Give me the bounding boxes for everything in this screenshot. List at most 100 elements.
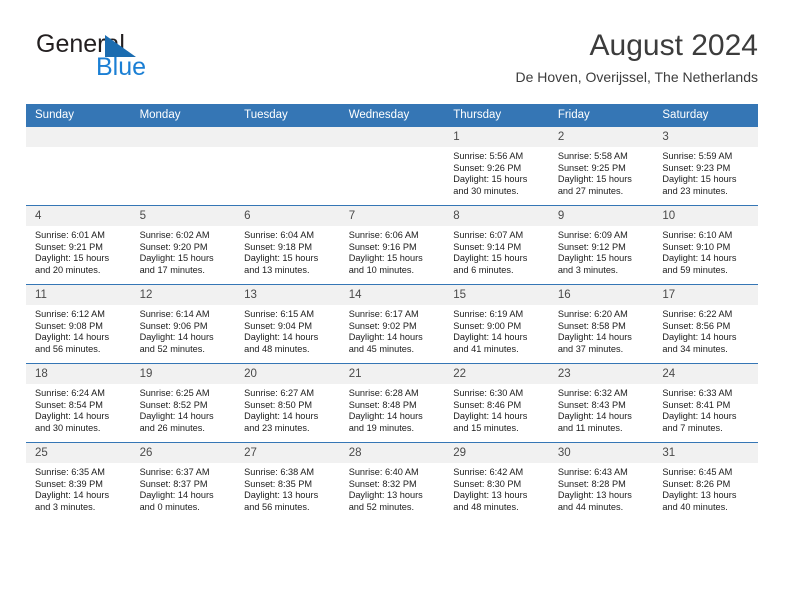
day-cell[interactable]: 21 Sunrise: 6:28 AM Sunset: 8:48 PM Dayl… xyxy=(339,363,445,443)
day-cell[interactable]: 18 Sunrise: 6:24 AM Sunset: 8:54 PM Dayl… xyxy=(26,363,131,443)
day-cell[interactable]: 10 Sunrise: 6:10 AM Sunset: 9:10 PM Dayl… xyxy=(653,205,758,285)
sunrise-text: Sunrise: 6:32 AM xyxy=(557,388,628,398)
daylight-text-line1: Daylight: 13 hours xyxy=(662,490,737,501)
day-number: 15 xyxy=(444,285,549,305)
day-cell[interactable]: 14 Sunrise: 6:17 AM Sunset: 9:02 PM Dayl… xyxy=(339,284,445,364)
day-cell[interactable] xyxy=(339,127,445,206)
day-cell[interactable]: 16 Sunrise: 6:20 AM Sunset: 8:58 PM Dayl… xyxy=(548,284,654,364)
sunrise-text: Sunrise: 6:40 AM xyxy=(348,467,419,477)
day-cell[interactable]: 1 Sunrise: 5:56 AM Sunset: 9:26 PM Dayli… xyxy=(444,127,549,206)
day-cell[interactable]: 20 Sunrise: 6:27 AM Sunset: 8:50 PM Dayl… xyxy=(235,363,340,443)
day-details: Sunrise: 6:35 AM Sunset: 8:39 PM Dayligh… xyxy=(26,463,131,513)
day-details xyxy=(26,147,131,151)
sunrise-text: Sunrise: 6:04 AM xyxy=(244,230,315,240)
sunrise-text: Sunrise: 6:07 AM xyxy=(453,230,524,240)
day-cell[interactable]: 11 Sunrise: 6:12 AM Sunset: 9:08 PM Dayl… xyxy=(26,284,131,364)
sunset-text: Sunset: 9:21 PM xyxy=(35,241,103,252)
day-number: 18 xyxy=(26,364,131,384)
weekday-header-friday: Friday xyxy=(548,104,654,127)
daylight-text-line2: and 52 minutes. xyxy=(348,501,415,512)
day-cell[interactable]: 5 Sunrise: 6:02 AM Sunset: 9:20 PM Dayli… xyxy=(130,205,236,285)
daylight-text-line2: and 3 minutes. xyxy=(557,264,619,275)
daylight-text-line2: and 10 minutes. xyxy=(348,264,415,275)
day-number: 6 xyxy=(235,206,340,226)
sunset-text: Sunset: 8:50 PM xyxy=(244,399,313,410)
daylight-text-line2: and 23 minutes. xyxy=(244,422,310,433)
day-number: 16 xyxy=(548,285,654,305)
sunrise-text: Sunrise: 6:12 AM xyxy=(35,309,105,319)
day-cell[interactable]: 6 Sunrise: 6:04 AM Sunset: 9:18 PM Dayli… xyxy=(235,205,340,285)
day-cell[interactable]: 8 Sunrise: 6:07 AM Sunset: 9:14 PM Dayli… xyxy=(444,205,549,285)
sunrise-sunset-calendar: Sunday Monday Tuesday Wednesday Thursday… xyxy=(26,104,758,521)
day-details: Sunrise: 6:43 AM Sunset: 8:28 PM Dayligh… xyxy=(549,463,654,513)
sunset-text: Sunset: 9:02 PM xyxy=(348,320,417,331)
day-cell[interactable]: 23 Sunrise: 6:32 AM Sunset: 8:43 PM Dayl… xyxy=(548,363,654,443)
day-cell[interactable]: 19 Sunrise: 6:25 AM Sunset: 8:52 PM Dayl… xyxy=(130,363,236,443)
day-cell[interactable]: 29 Sunrise: 6:42 AM Sunset: 8:30 PM Dayl… xyxy=(444,443,549,522)
day-cell[interactable]: 15 Sunrise: 6:19 AM Sunset: 9:00 PM Dayl… xyxy=(444,284,549,364)
daylight-text-line2: and 3 minutes. xyxy=(35,501,96,512)
sunset-text: Sunset: 9:10 PM xyxy=(662,241,731,252)
day-cell[interactable]: 13 Sunrise: 6:15 AM Sunset: 9:04 PM Dayl… xyxy=(235,284,340,364)
day-details: Sunrise: 6:20 AM Sunset: 8:58 PM Dayligh… xyxy=(549,305,654,355)
day-cell[interactable]: 24 Sunrise: 6:33 AM Sunset: 8:41 PM Dayl… xyxy=(653,363,758,443)
daylight-text-line2: and 37 minutes. xyxy=(557,343,624,354)
day-cell[interactable]: 28 Sunrise: 6:40 AM Sunset: 8:32 PM Dayl… xyxy=(339,443,445,522)
sunrise-text: Sunrise: 6:37 AM xyxy=(139,467,210,477)
daylight-text-line2: and 27 minutes. xyxy=(557,185,624,196)
day-details: Sunrise: 6:06 AM Sunset: 9:16 PM Dayligh… xyxy=(340,226,445,276)
sunrise-text: Sunrise: 6:02 AM xyxy=(139,230,210,240)
day-cell[interactable]: 22 Sunrise: 6:30 AM Sunset: 8:46 PM Dayl… xyxy=(444,363,549,443)
day-cell[interactable]: 4 Sunrise: 6:01 AM Sunset: 9:21 PM Dayli… xyxy=(26,205,131,285)
general-blue-logo[interactable]: General Blue xyxy=(34,30,254,94)
day-cell[interactable] xyxy=(26,127,131,206)
day-cell[interactable]: 25 Sunrise: 6:35 AM Sunset: 8:39 PM Dayl… xyxy=(26,443,131,522)
day-cell[interactable]: 26 Sunrise: 6:37 AM Sunset: 8:37 PM Dayl… xyxy=(130,443,236,522)
weekday-header-wednesday: Wednesday xyxy=(339,104,445,127)
day-cell[interactable]: 31 Sunrise: 6:45 AM Sunset: 8:26 PM Dayl… xyxy=(653,443,758,522)
day-details: Sunrise: 6:45 AM Sunset: 8:26 PM Dayligh… xyxy=(653,463,758,513)
day-cell[interactable]: 30 Sunrise: 6:43 AM Sunset: 8:28 PM Dayl… xyxy=(548,443,654,522)
day-details: Sunrise: 6:10 AM Sunset: 9:10 PM Dayligh… xyxy=(653,226,758,276)
day-cell[interactable]: 3 Sunrise: 5:59 AM Sunset: 9:23 PM Dayli… xyxy=(653,127,758,206)
sunset-text: Sunset: 8:52 PM xyxy=(139,399,208,410)
day-details: Sunrise: 5:58 AM Sunset: 9:25 PM Dayligh… xyxy=(549,147,654,197)
sunset-text: Sunset: 9:20 PM xyxy=(139,241,208,252)
sunset-text: Sunset: 8:54 PM xyxy=(35,399,103,410)
day-cell[interactable]: 12 Sunrise: 6:14 AM Sunset: 9:06 PM Dayl… xyxy=(130,284,236,364)
day-cell[interactable]: 9 Sunrise: 6:09 AM Sunset: 9:12 PM Dayli… xyxy=(548,205,654,285)
sunset-text: Sunset: 8:56 PM xyxy=(662,320,731,331)
day-cell[interactable] xyxy=(235,127,340,206)
daylight-text-line1: Daylight: 15 hours xyxy=(453,253,528,264)
day-details: Sunrise: 6:14 AM Sunset: 9:06 PM Dayligh… xyxy=(131,305,236,355)
day-details: Sunrise: 6:27 AM Sunset: 8:50 PM Dayligh… xyxy=(235,384,340,434)
day-number: 1 xyxy=(444,127,549,147)
daylight-text-line1: Daylight: 15 hours xyxy=(348,253,423,264)
day-cell[interactable]: 27 Sunrise: 6:38 AM Sunset: 8:35 PM Dayl… xyxy=(235,443,340,522)
day-cell[interactable]: 17 Sunrise: 6:22 AM Sunset: 8:56 PM Dayl… xyxy=(653,284,758,364)
day-number: 4 xyxy=(26,206,131,226)
week-row: 4 Sunrise: 6:01 AM Sunset: 9:21 PM Dayli… xyxy=(26,205,758,285)
day-number xyxy=(130,127,236,147)
daylight-text-line2: and 17 minutes. xyxy=(139,264,205,275)
day-number: 19 xyxy=(130,364,236,384)
sunrise-text: Sunrise: 6:09 AM xyxy=(557,230,628,240)
daylight-text-line1: Daylight: 15 hours xyxy=(557,253,632,264)
day-number: 10 xyxy=(653,206,758,226)
day-details xyxy=(340,147,445,151)
day-cell[interactable]: 7 Sunrise: 6:06 AM Sunset: 9:16 PM Dayli… xyxy=(339,205,445,285)
day-cell[interactable]: 2 Sunrise: 5:58 AM Sunset: 9:25 PM Dayli… xyxy=(548,127,654,206)
sunset-text: Sunset: 9:23 PM xyxy=(662,162,731,173)
week-row: 18 Sunrise: 6:24 AM Sunset: 8:54 PM Dayl… xyxy=(26,363,758,443)
daylight-text-line2: and 41 minutes. xyxy=(453,343,519,354)
sunset-text: Sunset: 9:18 PM xyxy=(244,241,313,252)
sunrise-text: Sunrise: 5:59 AM xyxy=(662,151,733,161)
day-details: Sunrise: 6:09 AM Sunset: 9:12 PM Dayligh… xyxy=(549,226,654,276)
daylight-text-line1: Daylight: 14 hours xyxy=(453,332,528,343)
daylight-text-line1: Daylight: 15 hours xyxy=(453,174,528,185)
daylight-text-line1: Daylight: 13 hours xyxy=(348,490,423,501)
daylight-text-line1: Daylight: 15 hours xyxy=(557,174,632,185)
sunset-text: Sunset: 8:39 PM xyxy=(35,478,103,489)
day-details: Sunrise: 6:04 AM Sunset: 9:18 PM Dayligh… xyxy=(235,226,340,276)
day-cell[interactable] xyxy=(130,127,236,206)
